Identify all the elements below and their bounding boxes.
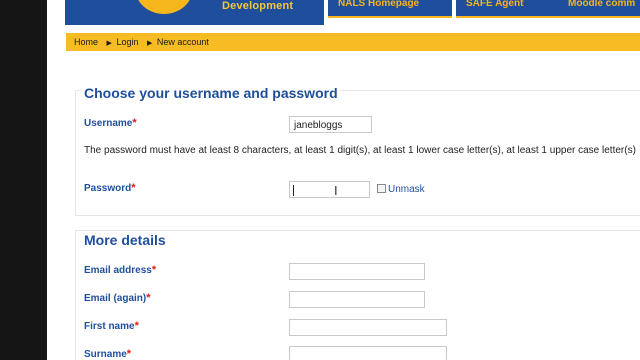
breadcrumb-separator-icon: ▶ xyxy=(106,40,112,47)
screen-bezel xyxy=(0,0,47,360)
username-input[interactable]: janebloggs xyxy=(289,116,372,133)
section-title-more-details: More details xyxy=(82,232,168,248)
required-icon: * xyxy=(151,264,157,276)
first-name-label: First name* xyxy=(84,320,139,332)
header: Development NALS Homepage SAFE Agent Moo… xyxy=(47,0,640,27)
text-cursor xyxy=(293,185,294,196)
email-again-input[interactable] xyxy=(289,291,425,308)
unmask-checkbox[interactable] xyxy=(377,184,386,193)
surname-input[interactable] xyxy=(289,346,447,360)
required-icon: * xyxy=(126,348,132,360)
required-icon: * xyxy=(146,292,151,304)
required-icon: * xyxy=(132,117,137,129)
logo: Development xyxy=(65,0,324,25)
email-again-label: Email (again)* xyxy=(84,292,151,304)
breadcrumb-current: New account xyxy=(156,37,209,47)
tab-nals-homepage[interactable]: NALS Homepage xyxy=(328,0,452,18)
breadcrumb-separator-icon: ▶ xyxy=(146,40,153,47)
tab-moodle[interactable]: Moodle comm xyxy=(558,0,640,18)
password-rules-note: The password must have at least 8 charac… xyxy=(84,145,636,156)
breadcrumb: Home ▶ Login ▶ New account xyxy=(66,33,640,51)
surname-label: Surname* xyxy=(84,348,132,360)
section-title-username-password: Choose your username and password xyxy=(82,85,340,101)
email-input[interactable] xyxy=(289,263,425,280)
username-label: Username* xyxy=(84,117,137,129)
unmask-label: Unmask xyxy=(388,184,425,195)
email-label: Email address* xyxy=(84,264,157,276)
required-icon: * xyxy=(131,182,136,194)
breadcrumb-home[interactable]: Home xyxy=(74,37,98,47)
tab-safe-agent[interactable]: SAFE Agent xyxy=(456,0,564,18)
logo-emblem-icon xyxy=(135,0,193,14)
required-icon: * xyxy=(134,320,139,332)
logo-subtitle: Development xyxy=(222,0,294,12)
password-label: Password* xyxy=(84,182,136,194)
mouse-ibeam-icon: I xyxy=(334,183,338,198)
page: Development NALS Homepage SAFE Agent Moo… xyxy=(47,0,640,360)
first-name-input[interactable] xyxy=(289,319,447,336)
breadcrumb-login[interactable]: Login xyxy=(116,37,138,47)
password-input[interactable] xyxy=(289,181,370,198)
